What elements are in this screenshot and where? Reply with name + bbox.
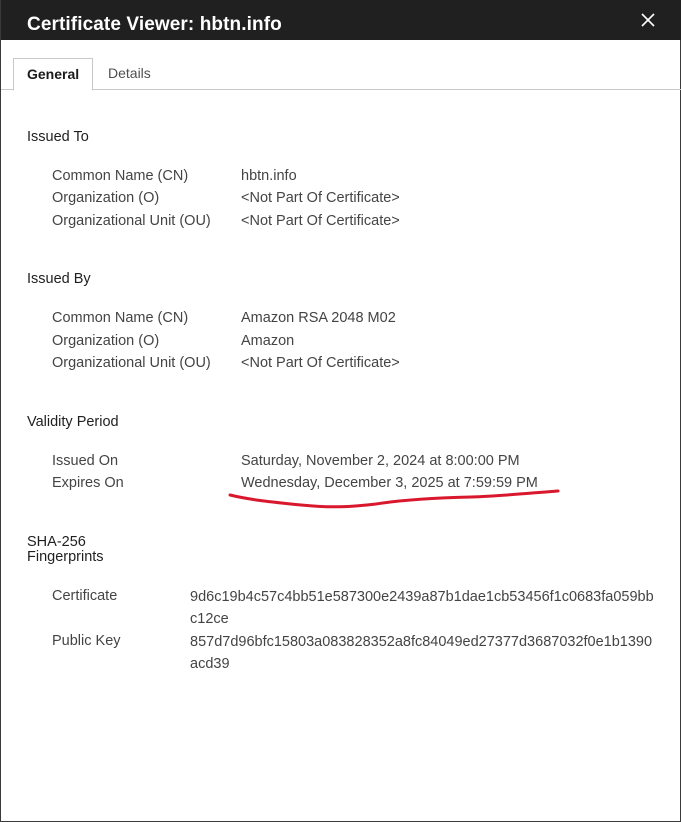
public-key-fingerprint-label: Public Key	[52, 633, 121, 649]
issued-by-ou-value: <Not Part Of Certificate>	[241, 355, 400, 371]
fingerprints-heading-line1: SHA-256	[27, 534, 86, 550]
issued-to-ou-value: <Not Part Of Certificate>	[241, 213, 400, 229]
issued-by-ou-label: Organizational Unit (OU)	[52, 355, 211, 371]
expires-on-value: Wednesday, December 3, 2025 at 7:59:59 P…	[241, 475, 538, 491]
validity-heading: Validity Period	[27, 414, 119, 430]
fingerprints-heading: SHA-256 Fingerprints	[27, 535, 104, 565]
tab-general[interactable]: General	[13, 58, 94, 91]
issued-on-label: Issued On	[52, 453, 119, 469]
issued-to-heading: Issued To	[27, 129, 89, 145]
issued-by-o-label: Organization (O)	[52, 333, 160, 349]
public-key-fingerprint-value: 857d7d96bfc15803a083828352a8fc84049ed273…	[190, 634, 653, 672]
issued-on-value: Saturday, November 2, 2024 at 8:00:00 PM	[241, 453, 520, 469]
fingerprints-heading-line2: Fingerprints	[27, 549, 104, 565]
expires-on-label: Expires On	[52, 475, 124, 491]
issued-to-ou-label: Organizational Unit (OU)	[52, 213, 211, 229]
issued-to-cn-label: Common Name (CN)	[52, 168, 189, 184]
certificate-viewer-window: Certificate Viewer: hbtn.info General De…	[0, 0, 681, 822]
title-bar: Certificate Viewer: hbtn.info	[1, 0, 681, 40]
red-underline-annotation	[228, 489, 560, 509]
issued-to-o-value: <Not Part Of Certificate>	[241, 190, 400, 206]
certificate-fingerprint-value: 9d6c19b4c57c4bb51e587300e2439a87b1dae1cb…	[190, 589, 654, 627]
tab-bar: General Details	[1, 40, 681, 91]
issued-by-heading: Issued By	[27, 271, 91, 287]
window-title: Certificate Viewer: hbtn.info	[27, 14, 282, 35]
issued-to-cn-value: hbtn.info	[241, 168, 297, 184]
certificate-fingerprint-label: Certificate	[52, 588, 118, 604]
tab-details[interactable]: Details	[95, 58, 164, 90]
close-icon[interactable]	[640, 12, 656, 28]
issued-by-cn-label: Common Name (CN)	[52, 310, 189, 326]
issued-to-o-label: Organization (O)	[52, 190, 160, 206]
issued-by-o-value: Amazon	[241, 333, 295, 349]
issued-by-cn-value: Amazon RSA 2048 M02	[241, 310, 396, 326]
